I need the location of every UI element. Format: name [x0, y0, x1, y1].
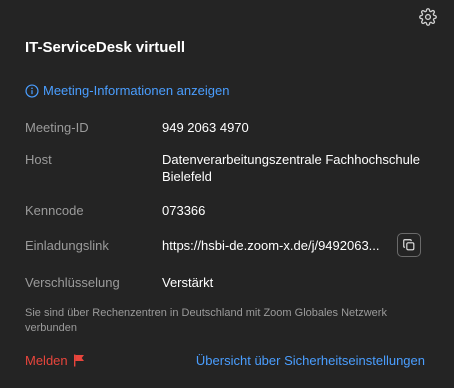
network-note: Sie sind über Rechenzentren in Deutschla… [25, 307, 387, 334]
invite-link-label: Einladungslink [25, 238, 109, 253]
info-circle-icon [25, 83, 39, 98]
meeting-title: IT-ServiceDesk virtuell [25, 39, 186, 56]
host-label: Host [25, 152, 52, 167]
security-settings-link[interactable]: Übersicht über Sicherheitseinstellungen [196, 353, 425, 368]
encryption-label: Verschlüsselung [25, 275, 120, 290]
meeting-id-value: 949 2063 4970 [162, 120, 249, 135]
show-meeting-info-link[interactable]: Meeting-Informationen anzeigen [25, 83, 229, 98]
passcode-label: Kenncode [25, 203, 84, 218]
host-value: Datenverarbeitungszentrale Fachhochschul… [162, 151, 420, 185]
encryption-value: Verstärkt [162, 275, 214, 290]
gear-icon [419, 8, 437, 26]
meeting-id-label: Meeting-ID [25, 120, 89, 135]
report-button[interactable]: Melden [25, 353, 85, 368]
passcode-value: 073366 [162, 203, 206, 218]
show-meeting-info-label[interactable]: Meeting-Informationen anzeigen [43, 83, 229, 98]
invite-link-value[interactable]: https://hsbi-de.zoom-x.de/j/9492063... [162, 237, 380, 254]
copy-invite-link-button[interactable] [397, 233, 421, 257]
copy-icon [403, 239, 415, 251]
meeting-info-panel: IT-ServiceDesk virtuell Meeting-Informat… [0, 0, 454, 388]
settings-button[interactable] [418, 7, 438, 27]
host-value-line2: Bielefeld [162, 169, 212, 184]
report-label[interactable]: Melden [25, 353, 68, 368]
flag-icon [73, 354, 84, 367]
host-value-line1: Datenverarbeitungszentrale Fachhochschul… [162, 152, 420, 167]
